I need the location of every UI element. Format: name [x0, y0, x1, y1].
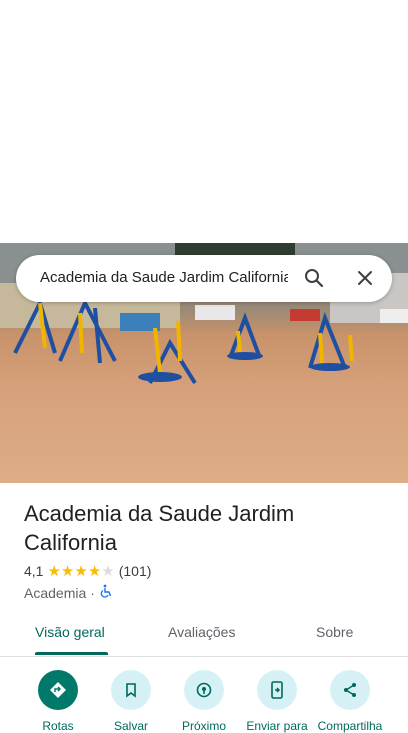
star-icon: ★	[47, 562, 61, 580]
star-icon: ★	[87, 562, 102, 580]
star-icon: ★	[74, 562, 88, 580]
nearby-button[interactable]: Próximo	[164, 670, 244, 733]
category-row: Academia ·	[24, 584, 113, 601]
tab-bar: Visão geral Avaliações Sobre	[0, 612, 408, 657]
bookmark-icon	[111, 670, 151, 710]
share-icon	[330, 670, 370, 710]
place-title: Academia da Saude Jardim California	[24, 501, 295, 555]
send-to-phone-icon	[257, 670, 297, 710]
search-icon[interactable]	[302, 266, 326, 290]
tab-overview[interactable]: Visão geral	[35, 624, 105, 640]
share-label: Compartilha	[317, 719, 383, 733]
category-label: Academia	[24, 584, 87, 601]
action-bar: Rotas Salvar Próximo Enviar para Compart…	[0, 670, 408, 733]
map-area[interactable]	[0, 0, 408, 243]
share-button[interactable]: Compartilha	[310, 670, 390, 733]
separator: ·	[90, 584, 95, 601]
rating-value: 4,1	[24, 563, 44, 579]
star-rating: ★ ★ ★ ★ ★	[47, 564, 114, 579]
close-icon[interactable]	[353, 266, 377, 290]
review-count[interactable]: (101)	[119, 563, 152, 579]
tab-about[interactable]: Sobre	[316, 624, 353, 640]
tab-reviews[interactable]: Avaliações	[168, 624, 235, 640]
save-label: Salvar	[113, 719, 148, 733]
directions-icon	[38, 670, 78, 710]
star-icon: ★	[60, 562, 75, 580]
save-button[interactable]: Salvar	[91, 670, 171, 733]
directions-button[interactable]: Rotas	[18, 670, 98, 733]
send-to-label: Enviar para	[246, 719, 308, 733]
wheelchair-accessible-icon	[99, 584, 113, 601]
send-to-phone-button[interactable]: Enviar para	[237, 670, 317, 733]
nearby-label: Próximo	[181, 719, 226, 733]
directions-label: Rotas	[42, 719, 74, 733]
rating-row[interactable]: 4,1 ★ ★ ★ ★ ★ (101)	[24, 563, 151, 579]
star-empty-icon: ★	[101, 562, 115, 580]
search-input[interactable]: Academia da Saude Jardim California	[40, 269, 288, 286]
tab-indicator	[35, 652, 108, 655]
search-bar[interactable]: Academia da Saude Jardim California	[16, 255, 392, 302]
nearby-icon	[184, 670, 224, 710]
